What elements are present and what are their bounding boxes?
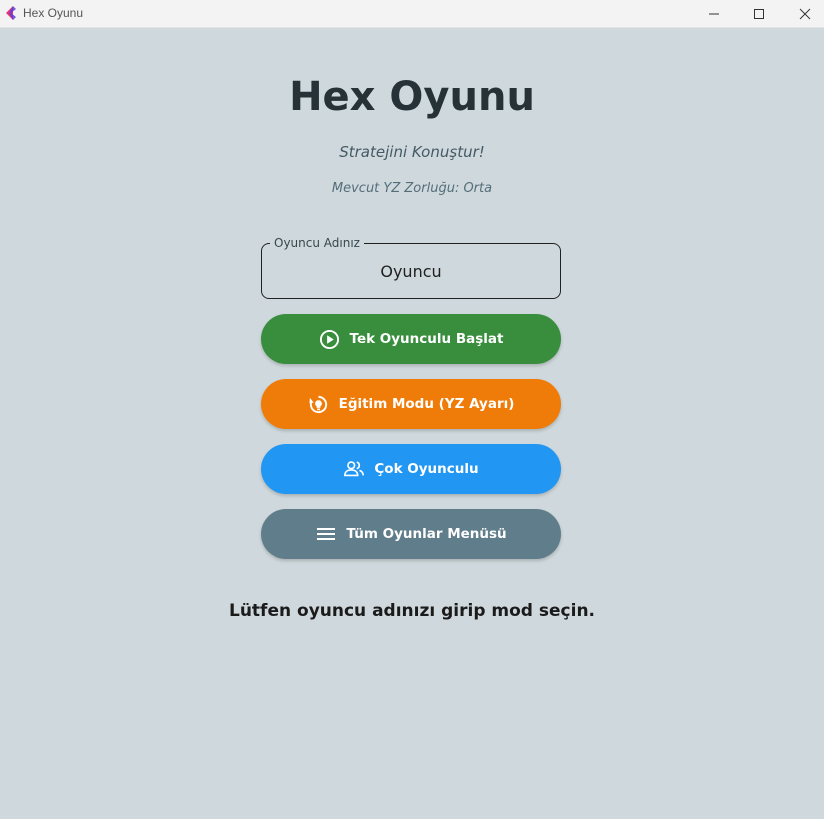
page-title: Hex Oyunu: [289, 74, 535, 120]
maximize-button[interactable]: [736, 0, 782, 28]
multiplayer-button[interactable]: Çok Oyunculu: [261, 444, 561, 494]
training-mode-button[interactable]: Eğitim Modu (YZ Ayarı): [261, 379, 561, 429]
all-games-menu-button[interactable]: Tüm Oyunlar Menüsü: [261, 509, 561, 559]
people-icon: [343, 458, 365, 480]
window-title: Hex Oyunu: [23, 6, 84, 20]
player-name-input[interactable]: [262, 244, 560, 298]
single-player-label: Tek Oyunculu Başlat: [349, 331, 504, 347]
multiplayer-label: Çok Oyunculu: [374, 461, 479, 477]
ai-difficulty-text: Mevcut YZ Zorluğu: Orta: [331, 181, 493, 196]
player-name-field: Oyuncu Adınız: [261, 236, 561, 299]
app-logo-icon: [4, 5, 18, 21]
close-icon: [799, 8, 811, 20]
minimize-button[interactable]: [691, 0, 737, 28]
status-message: Lütfen oyuncu adınızı girip mod seçin.: [229, 601, 595, 621]
training-mode-label: Eğitim Modu (YZ Ayarı): [338, 396, 515, 412]
maximize-icon: [754, 9, 764, 19]
single-player-button[interactable]: Tek Oyunculu Başlat: [261, 314, 561, 364]
all-games-menu-label: Tüm Oyunlar Menüsü: [346, 526, 507, 542]
play-circle-icon: [319, 328, 341, 350]
close-button[interactable]: [782, 0, 824, 28]
menu-icon: [315, 523, 337, 545]
window-titlebar: Hex Oyunu: [0, 0, 824, 28]
page-subtitle: Stratejini Konuştur!: [339, 143, 485, 161]
psychology-icon: [308, 393, 330, 415]
minimize-icon: [709, 13, 719, 15]
